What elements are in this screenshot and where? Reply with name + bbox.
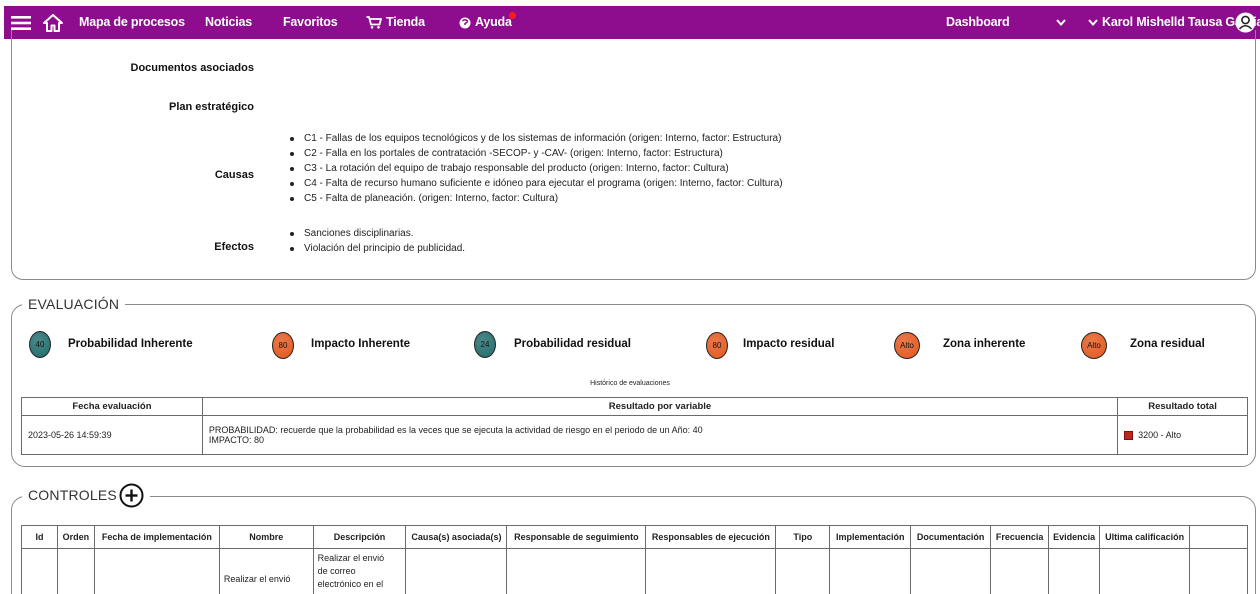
- efectos-list: Sanciones disciplinarias. Violación del …: [288, 226, 465, 256]
- documentos-label: Documentos asociados: [130, 62, 254, 74]
- col-causas-asociadas: Causa(s) asociada(s): [405, 525, 508, 549]
- controles-legend: CONTROLES: [22, 482, 150, 508]
- list-item: C1 - Fallas de los equipos tecnológicos …: [288, 131, 783, 146]
- total-value: 3200 - Alto: [1138, 429, 1182, 440]
- cell-nombre: Realizar el envió: [218, 548, 314, 594]
- cell-descripcion: Realizar el envió de correo electrónico …: [312, 548, 407, 594]
- controles-table: Id Orden Fecha de implementación Nombre …: [21, 525, 1248, 594]
- probabilidad-inherente-badge: 40: [29, 331, 51, 358]
- cell-documentacion: [910, 548, 992, 594]
- badge-value: Alto: [900, 341, 914, 350]
- badge-value: Alto: [1087, 341, 1101, 350]
- cell-evidencia: [1048, 548, 1101, 594]
- zona-residual-badge: Alto: [1081, 332, 1107, 359]
- col-resultado-variable: Resultado por variable: [201, 397, 1119, 416]
- impacto-inherente-badge: 80: [272, 332, 294, 359]
- cell-responsable-seguimiento: [506, 548, 647, 594]
- cell-orden: [56, 548, 95, 594]
- probabilidad-residual-label: Probabilidad residual: [514, 338, 631, 350]
- table-row: Realizar el envió Realizar el envió de c…: [21, 548, 1248, 594]
- impacto-inherente-label: Impacto Inherente: [311, 338, 411, 350]
- nombre-text: Realizar el envió: [223, 574, 291, 584]
- nav-tienda-label: Tienda: [386, 15, 425, 29]
- badge-value: 40: [35, 340, 45, 349]
- plan-estrategico-label: Plan estratégico: [169, 101, 254, 113]
- probabilidad-residual-badge: 24: [474, 331, 496, 358]
- help-icon: [459, 17, 471, 29]
- resultado-line: PROBABILIDAD: recuerde que la probabilid…: [208, 425, 703, 435]
- col-fecha-implementacion: Fecha de implementación: [93, 525, 220, 549]
- evaluacion-legend: EVALUACIÓN: [22, 295, 126, 313]
- cell-id: [21, 548, 58, 594]
- cell-actions: [1189, 548, 1248, 594]
- cell-responsables-ejecucion: [645, 548, 777, 594]
- col-nombre: Nombre: [218, 525, 314, 549]
- plus-circle-icon[interactable]: [119, 483, 144, 508]
- fecha-cell: 2023-05-26 14:59:39: [21, 415, 203, 455]
- zona-inherente-label: Zona inherente: [943, 338, 1026, 350]
- table-header-row: Id Orden Fecha de implementación Nombre …: [21, 525, 1248, 549]
- cart-icon: [366, 16, 382, 29]
- probabilidad-inherente-label: Probabilidad Inherente: [68, 338, 193, 350]
- badge-value: 24: [480, 340, 490, 349]
- user-chevron-icon: [1088, 19, 1098, 27]
- impacto-residual-label: Impacto residual: [743, 338, 835, 350]
- badge-value: 80: [278, 341, 288, 350]
- col-implementacion: Implementación: [829, 525, 912, 549]
- col-documentacion: Documentación: [910, 525, 992, 549]
- col-resultado-total: Resultado total: [1117, 397, 1248, 416]
- col-orden: Orden: [56, 525, 95, 549]
- list-item: C5 - Falta de planeación. (origen: Inter…: [288, 191, 783, 206]
- col-descripcion: Descripción: [312, 525, 407, 549]
- causas-label: Causas: [214, 169, 254, 181]
- historico-table: Fecha evaluación Resultado por variable …: [21, 397, 1248, 455]
- notification-dot: [509, 12, 516, 19]
- list-item: C3 - La rotación del equipo de trabajo r…: [288, 161, 783, 176]
- col-id: Id: [21, 525, 58, 549]
- list-item: C4 - Falta de recurso humano suficiente …: [288, 176, 783, 191]
- col-responsables-ejecucion: Responsables de ejecución: [645, 525, 777, 549]
- impacto-residual-badge: 80: [706, 332, 728, 359]
- zona-inherente-badge: Alto: [894, 332, 920, 359]
- table-row: 2023-05-26 14:59:39 PROBABILIDAD: recuer…: [21, 415, 1248, 455]
- col-frecuencia: Frecuencia: [990, 525, 1050, 549]
- resultado-cell: PROBABILIDAD: recuerde que la probabilid…: [201, 415, 1119, 455]
- cell-frecuencia: [990, 548, 1050, 594]
- table-header-row: Fecha evaluación Resultado por variable …: [21, 397, 1248, 416]
- controles-legend-label: CONTROLES: [28, 487, 117, 503]
- historico-caption: Histórico de evaluaciones: [590, 380, 670, 387]
- total-cell: 3200 - Alto: [1117, 415, 1248, 455]
- descripcion-text: Realizar el envió de correo electrónico …: [317, 553, 385, 589]
- col-actions: [1189, 525, 1248, 549]
- cell-ultima-calificacion: [1099, 548, 1191, 594]
- col-fecha-evaluacion: Fecha evaluación: [21, 397, 203, 416]
- badge-value: 80: [712, 341, 722, 350]
- cell-fecha: [93, 548, 220, 594]
- col-evidencia: Evidencia: [1048, 525, 1101, 549]
- list-item: Sanciones disciplinarias.: [288, 226, 465, 241]
- causas-list: C1 - Fallas de los equipos tecnológicos …: [288, 131, 783, 206]
- nav-ayuda-label: Ayuda: [475, 15, 512, 29]
- cell-causas: [405, 548, 508, 594]
- cell-implementacion: [829, 548, 912, 594]
- zona-residual-label: Zona residual: [1130, 338, 1205, 350]
- col-tipo: Tipo: [775, 525, 831, 549]
- col-responsable-seguimiento: Responsable de seguimiento: [506, 525, 647, 549]
- list-item: Violación del principio de publicidad.: [288, 241, 465, 256]
- result-color-swatch: [1124, 431, 1134, 441]
- resultado-line: IMPACTO: 80: [208, 435, 265, 445]
- col-ultima-calificacion: Ultima calificación: [1099, 525, 1191, 549]
- list-item: C2 - Falla en los portales de contrataci…: [288, 146, 783, 161]
- cell-tipo: [775, 548, 831, 594]
- efectos-label: Efectos: [214, 241, 254, 253]
